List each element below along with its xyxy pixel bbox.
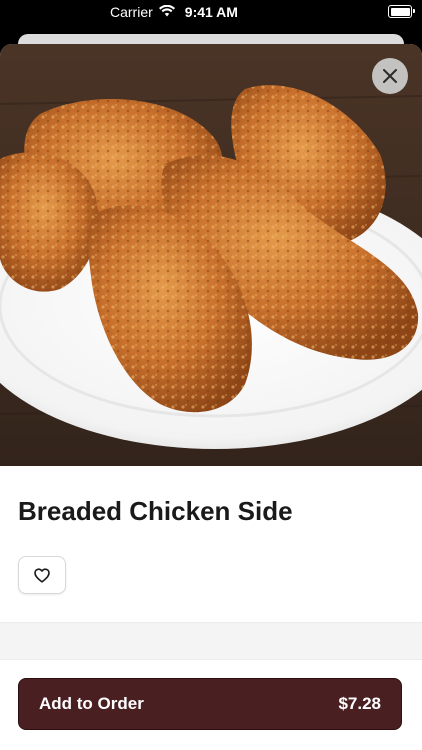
heart-icon [34, 567, 50, 583]
product-image [0, 44, 422, 466]
status-left: Carrier 9:41 AM [110, 4, 238, 20]
favorite-button[interactable] [18, 556, 66, 594]
carrier-label: Carrier [110, 4, 153, 20]
product-title: Breaded Chicken Side [18, 496, 293, 526]
battery-icon [388, 5, 415, 18]
product-detail-sheet: Breaded Chicken Side Add to Order $7.28 [0, 44, 422, 750]
wifi-icon [158, 4, 175, 20]
add-to-order-button[interactable]: Add to Order $7.28 [18, 678, 402, 730]
status-time: 9:41 AM [184, 4, 238, 20]
price-label: $7.28 [338, 694, 381, 713]
close-icon [383, 69, 397, 83]
close-button[interactable] [372, 58, 408, 94]
add-to-order-label: Add to Order [39, 694, 144, 713]
status-bar: Carrier 9:41 AM [0, 0, 422, 26]
section-divider [0, 622, 422, 660]
